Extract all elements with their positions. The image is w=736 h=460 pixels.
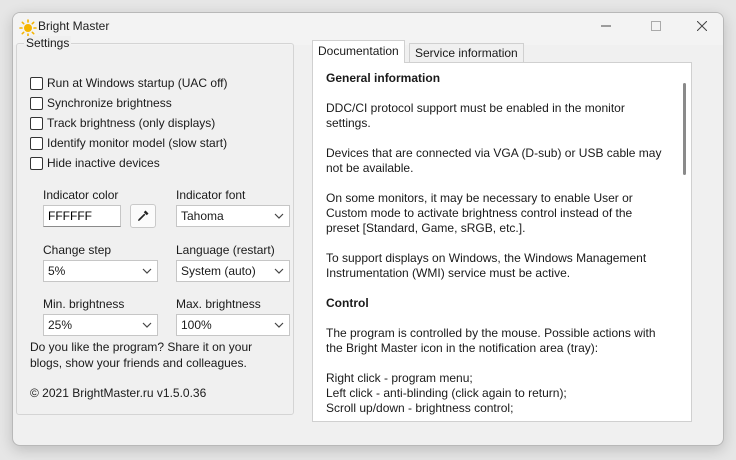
doc-paragraph: Devices that are connected via VGA (D-su… bbox=[326, 146, 662, 175]
indicator-font-label: Indicator font bbox=[176, 188, 246, 202]
checkbox-box[interactable] bbox=[30, 96, 43, 110]
checkbox-label: Synchronize brightness bbox=[47, 96, 172, 110]
chevron-down-icon bbox=[142, 268, 152, 274]
change-step-label: Change step bbox=[43, 243, 112, 257]
max-brightness-label: Max. brightness bbox=[176, 297, 261, 311]
color-picker-button[interactable] bbox=[130, 204, 156, 228]
chevron-down-icon bbox=[274, 213, 284, 219]
documentation-content: General information DDC/CI protocol supp… bbox=[326, 71, 666, 416]
checkbox-label: Identify monitor model (slow start) bbox=[47, 136, 228, 150]
vertical-scrollbar[interactable] bbox=[677, 63, 691, 421]
min-brightness-select[interactable]: 25% bbox=[43, 314, 158, 336]
minimize-button[interactable] bbox=[583, 13, 629, 43]
maximize-button[interactable] bbox=[633, 13, 679, 43]
doc-paragraph: The program is controlled by the mouse. … bbox=[326, 326, 656, 355]
select-value: 5% bbox=[48, 264, 66, 278]
checkbox-label: Hide inactive devices bbox=[47, 156, 160, 170]
documentation-panel[interactable]: General information DDC/CI protocol supp… bbox=[312, 62, 692, 422]
chevron-down-icon bbox=[274, 268, 284, 274]
chevron-down-icon bbox=[274, 322, 284, 328]
window-title: Bright Master bbox=[38, 19, 110, 33]
general-heading: General information bbox=[326, 71, 441, 85]
tab-documentation[interactable]: Documentation bbox=[312, 40, 405, 63]
checkbox-track-brightness[interactable]: Track brightness (only displays) bbox=[30, 115, 215, 131]
sun-icon bbox=[19, 19, 37, 37]
control-heading: Control bbox=[326, 296, 369, 310]
checkbox-label: Track brightness (only displays) bbox=[47, 116, 216, 130]
checkbox-run-at-startup[interactable]: Run at Windows startup (UAC off) bbox=[30, 75, 228, 91]
eyedropper-icon bbox=[138, 210, 149, 221]
select-value: Tahoma bbox=[181, 209, 224, 223]
min-brightness-label: Min. brightness bbox=[43, 297, 125, 311]
indicator-font-select[interactable]: Tahoma bbox=[176, 205, 290, 227]
minimize-icon bbox=[601, 25, 611, 27]
checkbox-label: Run at Windows startup (UAC off) bbox=[47, 76, 228, 90]
share-text: Do you like the program? Share it on you… bbox=[30, 340, 253, 370]
max-brightness-select[interactable]: 100% bbox=[176, 314, 290, 336]
scrollbar-thumb[interactable] bbox=[683, 83, 686, 175]
checkbox-box[interactable] bbox=[30, 76, 43, 90]
maximize-icon bbox=[651, 21, 661, 31]
checkbox-box[interactable] bbox=[30, 116, 43, 130]
select-value: 25% bbox=[48, 318, 73, 332]
indicator-color-input[interactable] bbox=[43, 205, 121, 227]
copyright-text: © 2021 BrightMaster.ru v1.5.0.36 bbox=[30, 386, 207, 400]
tab-service-information[interactable]: Service information bbox=[409, 43, 524, 62]
select-value: 100% bbox=[181, 318, 212, 332]
close-button[interactable] bbox=[679, 13, 723, 43]
doc-paragraph: On some monitors, it may be necessary to… bbox=[326, 191, 633, 235]
indicator-color-label: Indicator color bbox=[43, 188, 119, 202]
doc-line: Left click - anti-blinding (click again … bbox=[326, 386, 567, 400]
language-label: Language (restart) bbox=[176, 243, 275, 257]
checkbox-hide-inactive[interactable]: Hide inactive devices bbox=[30, 155, 160, 171]
language-select[interactable]: System (auto) bbox=[176, 260, 290, 282]
close-icon bbox=[696, 20, 708, 32]
checkbox-identify-monitor[interactable]: Identify monitor model (slow start) bbox=[30, 135, 227, 151]
doc-line: Scroll up/down - brightness control; bbox=[326, 401, 514, 415]
select-value: System (auto) bbox=[181, 264, 256, 278]
checkbox-box[interactable] bbox=[30, 156, 43, 170]
settings-group-title: Settings bbox=[24, 36, 72, 50]
checkbox-synchronize-brightness[interactable]: Synchronize brightness bbox=[30, 95, 172, 111]
change-step-select[interactable]: 5% bbox=[43, 260, 158, 282]
doc-paragraph: To support displays on Windows, the Wind… bbox=[326, 251, 647, 280]
doc-line: Right click - program menu; bbox=[326, 371, 473, 385]
chevron-down-icon bbox=[142, 322, 152, 328]
doc-paragraph: DDC/CI protocol support must be enabled … bbox=[326, 101, 625, 130]
checkbox-box[interactable] bbox=[30, 136, 43, 150]
